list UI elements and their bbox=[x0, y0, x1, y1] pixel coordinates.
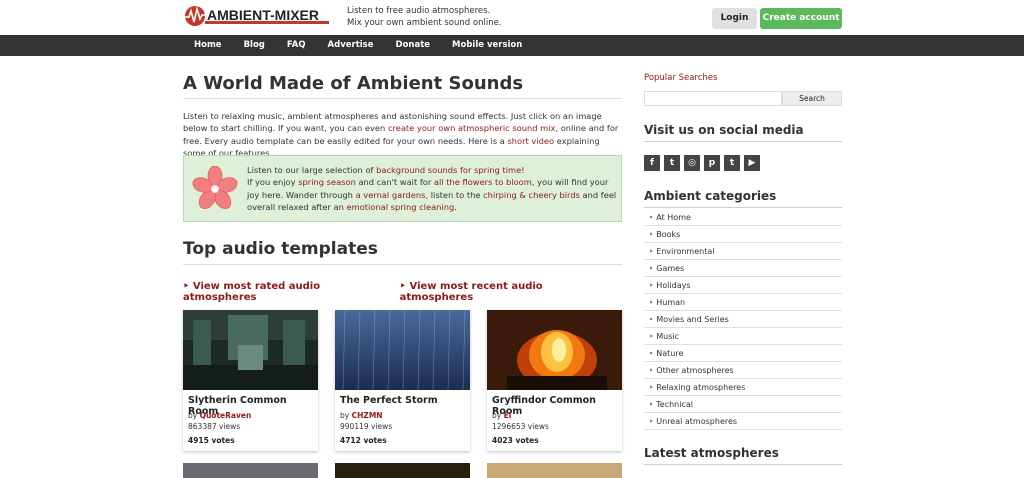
card-title[interactable]: Gryffindor Common Room bbox=[492, 395, 622, 417]
card-views: 990119 views bbox=[340, 422, 393, 431]
category-unreal-atmospheres[interactable]: Unreal atmospheres bbox=[644, 413, 842, 430]
category-music[interactable]: Music bbox=[644, 328, 842, 345]
instagram-icon[interactable]: ◎ bbox=[684, 155, 700, 171]
svg-text:AMBIENT-MIXER: AMBIENT-MIXER bbox=[207, 7, 319, 23]
create-account-button[interactable]: Create account bbox=[760, 8, 842, 29]
category-holidays[interactable]: Holidays bbox=[644, 277, 842, 294]
card-title[interactable]: The Perfect Storm bbox=[340, 395, 438, 406]
template-card[interactable]: Gryffindor Common Room by El 1296653 vie… bbox=[487, 310, 622, 451]
ambient-mixer-logo[interactable]: AMBIENT-MIXER bbox=[183, 4, 331, 28]
filter-links: View most rated audio atmospheres View m… bbox=[183, 281, 622, 303]
template-card-thumbnail[interactable] bbox=[335, 463, 470, 478]
category-books[interactable]: Books bbox=[644, 226, 842, 243]
category-human[interactable]: Human bbox=[644, 294, 842, 311]
cherry-blossom-icon bbox=[192, 166, 238, 209]
card-votes: 4023 votes bbox=[492, 436, 539, 445]
card-author-line: by El bbox=[492, 411, 512, 420]
top-templates-heading: Top audio templates bbox=[183, 239, 622, 265]
vernal-gardens-link[interactable]: a vernal gardens bbox=[356, 190, 426, 200]
card-author-link[interactable]: CHZMN bbox=[352, 411, 383, 420]
flowers-bloom-link[interactable]: all the flowers to bloom bbox=[434, 177, 532, 187]
nav-faq[interactable]: FAQ bbox=[276, 35, 317, 56]
spring-promo-box: Listen to our large selection of backgro… bbox=[183, 155, 622, 222]
main-navbar: Home Blog FAQ Advertise Donate Mobile ve… bbox=[0, 35, 1024, 56]
category-nature[interactable]: Nature bbox=[644, 345, 842, 362]
search-input[interactable] bbox=[644, 91, 782, 106]
nav-home[interactable]: Home bbox=[183, 35, 233, 56]
social-icons: f t ◎ p t ▶ bbox=[644, 155, 764, 171]
login-button[interactable]: Login bbox=[712, 8, 757, 29]
categories-list: At Home Books Environmental Games Holida… bbox=[644, 209, 842, 430]
create-mix-link[interactable]: create your own atmospheric sound mix bbox=[388, 123, 556, 133]
social-heading: Visit us on social media bbox=[644, 123, 842, 142]
template-card[interactable]: Slytherin Common Room by QuoteRaven 8633… bbox=[183, 310, 318, 451]
short-video-link[interactable]: short video bbox=[507, 136, 554, 146]
most-rated-link[interactable]: View most rated audio atmospheres bbox=[183, 281, 389, 303]
card-votes: 4915 votes bbox=[188, 436, 235, 445]
twitter-icon[interactable]: t bbox=[664, 155, 680, 171]
category-relaxing-atmospheres[interactable]: Relaxing atmospheres bbox=[644, 379, 842, 396]
card-views: 863387 views bbox=[188, 422, 241, 431]
category-movies-and-series[interactable]: Movies and Series bbox=[644, 311, 842, 328]
card-author-link[interactable]: El bbox=[504, 411, 512, 420]
card-author-line: by CHZMN bbox=[340, 411, 383, 420]
pinterest-icon[interactable]: p bbox=[704, 155, 720, 171]
youtube-icon[interactable]: ▶ bbox=[744, 155, 760, 171]
nav-blog[interactable]: Blog bbox=[233, 35, 276, 56]
card-votes: 4712 votes bbox=[340, 436, 387, 445]
card-views: 1296653 views bbox=[492, 422, 549, 431]
card-author-line: by QuoteRaven bbox=[188, 411, 252, 420]
facebook-icon[interactable]: f bbox=[644, 155, 660, 171]
latest-atmospheres-heading: Latest atmospheres bbox=[644, 446, 842, 465]
categories-heading: Ambient categories bbox=[644, 189, 842, 208]
category-at-home[interactable]: At Home bbox=[644, 209, 842, 226]
popular-searches-link[interactable]: Popular Searches bbox=[644, 73, 717, 83]
spring-season-link[interactable]: spring season bbox=[298, 177, 356, 187]
most-recent-link[interactable]: View most recent audio atmospheres bbox=[400, 281, 611, 303]
category-environmental[interactable]: Environmental bbox=[644, 243, 842, 260]
tagline-line-2: Mix your own ambient sound online. bbox=[347, 18, 502, 28]
tumblr-icon[interactable]: t bbox=[724, 155, 740, 171]
tagline: Listen to free audio atmospheres. Mix yo… bbox=[347, 5, 502, 29]
search-button[interactable]: Search bbox=[782, 91, 842, 106]
tagline-line-1: Listen to free audio atmospheres. bbox=[347, 6, 491, 16]
spring-promo-text: Listen to our large selection of backgro… bbox=[247, 165, 617, 212]
gryffindor-thumbnail[interactable] bbox=[487, 310, 622, 390]
template-card-thumbnail[interactable] bbox=[183, 463, 318, 478]
category-other-atmospheres[interactable]: Other atmospheres bbox=[644, 362, 842, 379]
site-header: AMBIENT-MIXER Listen to free audio atmos… bbox=[0, 0, 1024, 35]
template-card[interactable]: The Perfect Storm by CHZMN 990119 views … bbox=[335, 310, 470, 451]
slytherin-thumbnail[interactable] bbox=[183, 310, 318, 390]
cheery-birds-link[interactable]: chirping & cheery birds bbox=[483, 190, 580, 200]
card-author-link[interactable]: QuoteRaven bbox=[200, 411, 252, 420]
category-technical[interactable]: Technical bbox=[644, 396, 842, 413]
nav-donate[interactable]: Donate bbox=[385, 35, 442, 56]
template-card-thumbnail[interactable] bbox=[487, 463, 622, 478]
page-title: A World Made of Ambient Sounds bbox=[183, 73, 622, 99]
storm-thumbnail[interactable] bbox=[335, 310, 470, 390]
nav-advertise[interactable]: Advertise bbox=[317, 35, 385, 56]
category-games[interactable]: Games bbox=[644, 260, 842, 277]
nav-mobile-version[interactable]: Mobile version bbox=[441, 35, 533, 56]
spring-background-link[interactable]: background sounds for spring time! bbox=[376, 165, 524, 175]
intro-text: Listen to relaxing music, ambient atmosp… bbox=[183, 111, 619, 158]
spring-cleaning-link[interactable]: emotional spring cleaning bbox=[346, 202, 454, 212]
